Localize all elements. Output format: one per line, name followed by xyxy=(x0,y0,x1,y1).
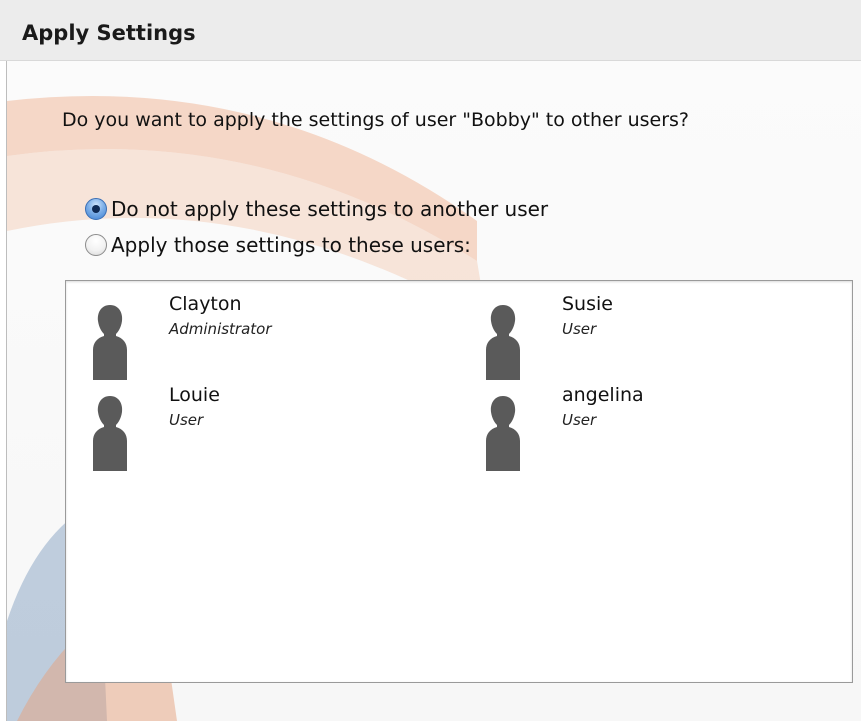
radio-button-unselected[interactable] xyxy=(85,234,107,256)
user-silhouette-icon xyxy=(486,305,520,380)
dialog-titlebar: Apply Settings xyxy=(0,0,861,61)
user-role: Administrator xyxy=(169,320,272,338)
radio-dot xyxy=(92,205,100,213)
user-item-angelina[interactable]: angelina User xyxy=(459,384,809,474)
radio-option-apply-to-users[interactable]: Apply those settings to these users: xyxy=(85,231,471,259)
user-item-louie[interactable]: Louie User xyxy=(66,384,416,474)
user-list[interactable]: Clayton Administrator Susie User Louie U… xyxy=(65,280,853,683)
user-name: angelina xyxy=(562,384,644,406)
user-silhouette-icon xyxy=(93,305,127,380)
user-role: User xyxy=(169,411,204,429)
user-role: User xyxy=(562,411,597,429)
user-silhouette-icon xyxy=(486,396,520,471)
radio-button-selected[interactable] xyxy=(85,198,107,220)
user-role: User xyxy=(562,320,597,338)
radio-option-do-not-apply[interactable]: Do not apply these settings to another u… xyxy=(85,195,548,223)
user-item-susie[interactable]: Susie User xyxy=(459,293,809,383)
dialog-panel: Do you want to apply the settings of use… xyxy=(6,61,861,721)
user-name: Louie xyxy=(169,384,220,406)
radio-label-apply-to-users: Apply those settings to these users: xyxy=(111,233,471,257)
radio-label-do-not-apply: Do not apply these settings to another u… xyxy=(111,197,549,221)
user-name: Susie xyxy=(562,293,613,315)
user-silhouette-icon xyxy=(93,396,127,471)
dialog-title: Apply Settings xyxy=(22,21,196,45)
user-item-clayton[interactable]: Clayton Administrator xyxy=(66,293,416,383)
user-name: Clayton xyxy=(169,293,242,315)
question-text: Do you want to apply the settings of use… xyxy=(62,109,689,131)
